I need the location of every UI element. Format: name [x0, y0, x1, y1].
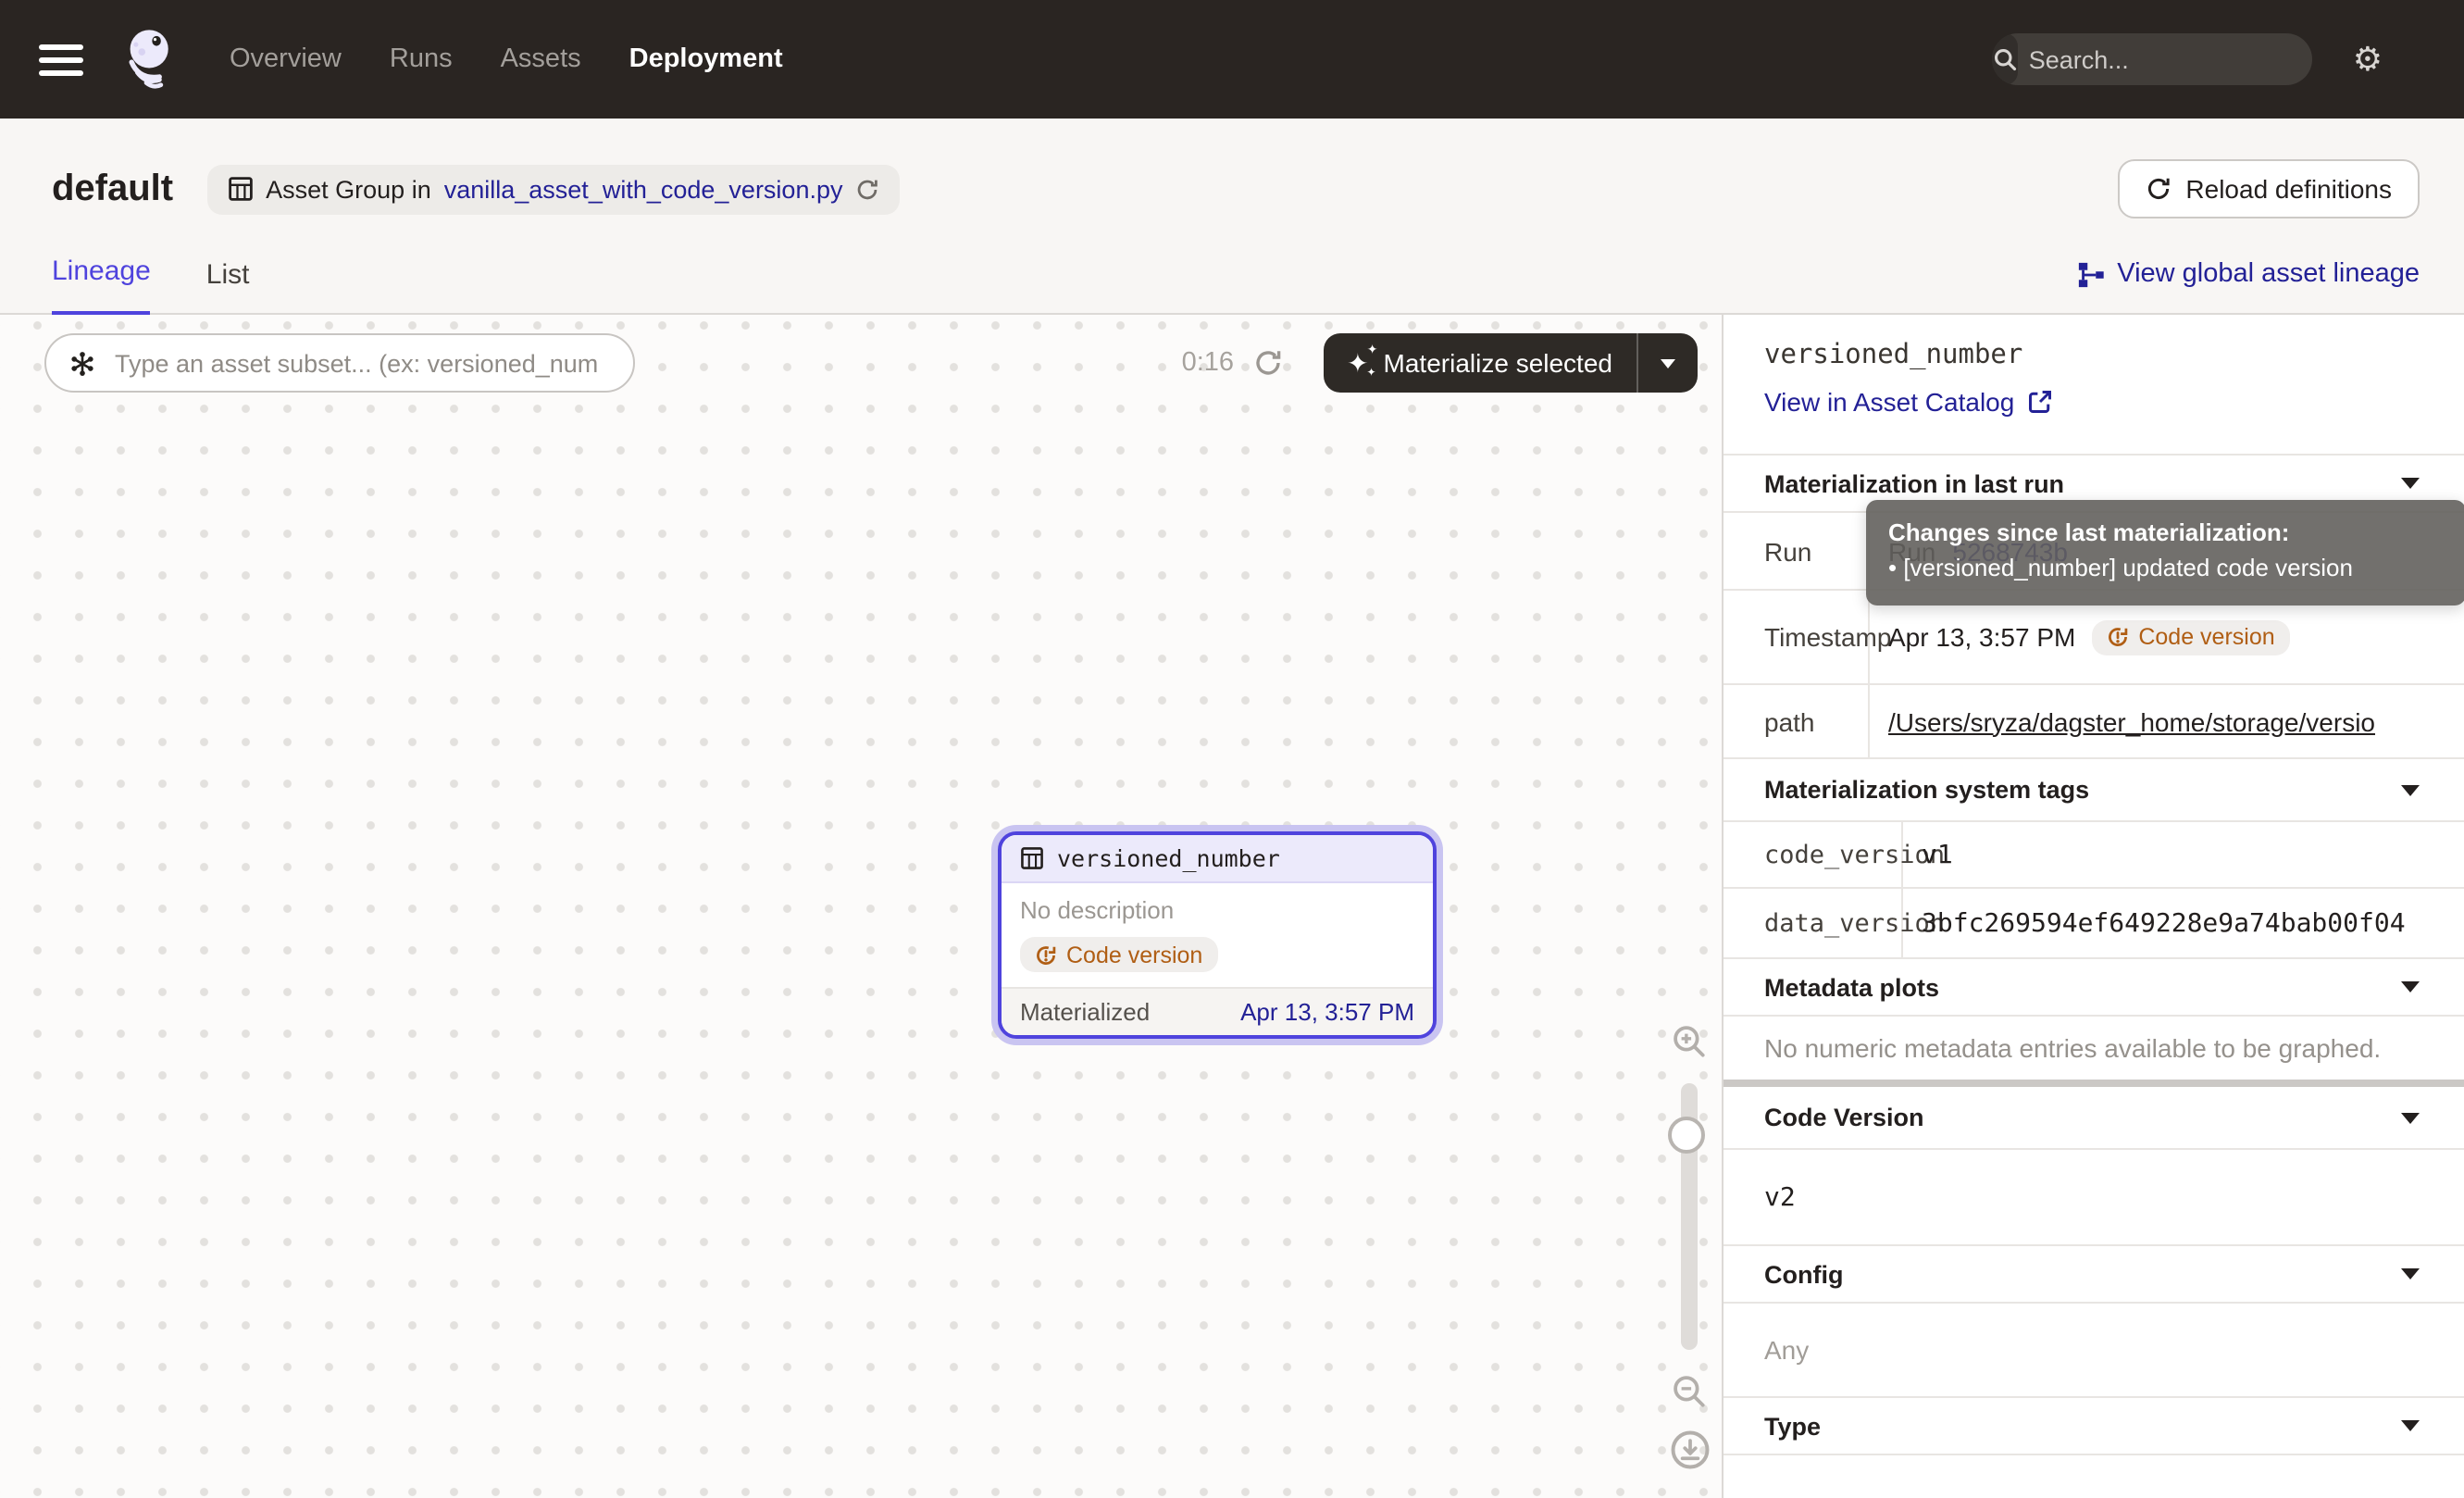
- asset-details-panel: versioned_number View in Asset Catalog M…: [1722, 315, 2464, 1498]
- section-metadata-plots[interactable]: Metadata plots: [1724, 959, 2464, 1017]
- page-title: default: [52, 168, 173, 210]
- nav-runs[interactable]: Runs: [390, 44, 453, 74]
- zoom-in-icon[interactable]: [1670, 1022, 1709, 1061]
- graph-toolbar: 0:16 ✦✦✦ Materialize selected: [44, 333, 1698, 393]
- section-label: Metadata plots: [1764, 973, 1939, 1001]
- tabs: Lineage List View global asset lineage: [52, 230, 2420, 315]
- zoom-controls: [1662, 315, 1718, 1498]
- refresh-timer: 0:16: [1182, 348, 1234, 378]
- zoom-slider-handle[interactable]: [1668, 1117, 1705, 1154]
- asset-subset-input[interactable]: [111, 347, 611, 379]
- lineage-graph-canvas[interactable]: 0:16 ✦✦✦ Materialize selected: [0, 315, 1722, 1498]
- config-value: Any: [1724, 1304, 2464, 1398]
- run-row-label: Run: [1724, 513, 1870, 589]
- table-grid-icon: [1020, 846, 1044, 870]
- main-nav: Overview Runs Assets Deployment: [230, 44, 783, 74]
- asset-node-title: versioned_number: [1057, 844, 1280, 872]
- tab-lineage[interactable]: Lineage: [52, 256, 151, 317]
- code-version-changed-chip: Code version: [2092, 619, 2289, 655]
- code-version-value: v2: [1724, 1150, 2464, 1246]
- page-header: default Asset Group in vanilla_asset_wit…: [0, 119, 2464, 315]
- code-version-changed-chip: Code version: [1020, 937, 1217, 972]
- reload-definitions-label: Reload definitions: [2185, 174, 2392, 204]
- asset-node-status: Materialized: [1020, 998, 1150, 1026]
- search-icon: [1992, 33, 2018, 85]
- menu-icon[interactable]: [39, 44, 83, 75]
- path-row: path /Users/sryza/dagster_home/storage/v…: [1724, 685, 2464, 759]
- chevron-down-icon: [2401, 1112, 2420, 1123]
- nav-deployment[interactable]: Deployment: [629, 44, 783, 74]
- sparkle-icon: ✦✦✦: [1347, 350, 1368, 376]
- view-in-asset-catalog-label: View in Asset Catalog: [1764, 387, 2014, 417]
- view-global-asset-lineage-link[interactable]: View global asset lineage: [2076, 259, 2420, 315]
- panel-header: versioned_number View in Asset Catalog: [1724, 315, 2464, 456]
- timestamp-row-label: Timestamp: [1724, 591, 1870, 683]
- data-version-tag-label: data_version: [1724, 889, 1903, 957]
- asset-group-badge: Asset Group in vanilla_asset_with_code_v…: [206, 164, 900, 214]
- data-version-tag-value: 3bfc269594ef649228e9a74bab00f04: [1903, 889, 2464, 957]
- reload-definitions-button[interactable]: Reload definitions: [2117, 159, 2420, 218]
- timestamp-value: Apr 13, 3:57 PM: [1888, 622, 2075, 652]
- asset-node-timestamp: Apr 13, 3:57 PM: [1240, 998, 1414, 1026]
- metadata-plots-empty-text: No numeric metadata entries available to…: [1724, 1017, 2464, 1087]
- code-version-chip-label: Code version: [2138, 624, 2274, 650]
- code-version-tag-row: code_version v1: [1724, 822, 2464, 889]
- tab-list[interactable]: List: [206, 259, 250, 315]
- path-link[interactable]: /Users/sryza/dagster_home/storage/versio: [1888, 706, 2375, 736]
- materialize-selected-label: Materialize selected: [1384, 348, 1612, 378]
- code-version-chip-label: Code version: [1066, 942, 1202, 967]
- chevron-down-icon: [2401, 1268, 2420, 1280]
- external-link-icon: [2027, 389, 2053, 415]
- chevron-down-icon: [2401, 478, 2420, 489]
- lineage-graph-icon: [2076, 260, 2104, 288]
- asset-node-description: No description: [1020, 896, 1414, 924]
- path-row-label: path: [1724, 685, 1870, 757]
- code-location-link[interactable]: vanilla_asset_with_code_version.py: [444, 175, 843, 203]
- section-label: Code Version: [1764, 1104, 1924, 1131]
- section-config[interactable]: Config: [1724, 1246, 2464, 1304]
- tooltip-heading: Changes since last materialization:: [1888, 515, 2444, 550]
- refresh-icon[interactable]: [856, 177, 880, 201]
- data-version-tag-row: data_version 3bfc269594ef649228e9a74bab0…: [1724, 889, 2464, 959]
- section-label: Config: [1764, 1260, 1844, 1288]
- asset-group-badge-prefix: Asset Group in: [266, 175, 431, 203]
- section-label: Materialization system tags: [1764, 776, 2089, 804]
- code-version-tag-value: v1: [1903, 822, 2464, 887]
- section-type[interactable]: Type: [1724, 1398, 2464, 1455]
- settings-gear-icon[interactable]: ⚙: [2353, 43, 2383, 76]
- section-label: Type: [1764, 1412, 1821, 1440]
- nav-assets[interactable]: Assets: [501, 44, 581, 74]
- chevron-down-icon: [2401, 981, 2420, 992]
- tooltip-bullet: • [versioned_number] updated code versio…: [1888, 550, 2444, 587]
- type-section-clipped-content: [1724, 1455, 2464, 1489]
- section-materialization-system-tags[interactable]: Materialization system tags: [1724, 759, 2464, 822]
- table-grid-icon: [227, 176, 253, 202]
- chevron-down-icon: [2401, 1420, 2420, 1431]
- panel-asset-title: versioned_number: [1764, 341, 2423, 370]
- changes-since-last-materialization-tooltip: Changes since last materialization: • [v…: [1866, 500, 2464, 605]
- changed-refresh-icon: [1035, 943, 1057, 966]
- topbar: Overview Runs Assets Deployment / ⚙: [0, 0, 2464, 119]
- section-label: Materialization in last run: [1764, 469, 2064, 497]
- chevron-down-icon: [2401, 784, 2420, 795]
- zoom-out-icon[interactable]: [1670, 1372, 1709, 1411]
- view-global-asset-lineage-label: View global asset lineage: [2117, 259, 2420, 289]
- code-version-tag-label: code_version: [1724, 822, 1903, 887]
- nav-overview[interactable]: Overview: [230, 44, 342, 74]
- materialize-split-button: ✦✦✦ Materialize selected: [1323, 333, 1698, 393]
- download-image-icon[interactable]: [1670, 1429, 1711, 1470]
- changed-refresh-icon: [2107, 626, 2129, 648]
- asset-subset-field[interactable]: [44, 333, 635, 393]
- refresh-icon: [2145, 176, 2171, 202]
- view-in-asset-catalog-link[interactable]: View in Asset Catalog: [1764, 387, 2423, 417]
- section-code-version[interactable]: Code Version: [1724, 1087, 2464, 1150]
- dagster-logo-icon[interactable]: [111, 24, 181, 94]
- asset-graph-asterisk-icon: [68, 349, 96, 377]
- refresh-icon[interactable]: [1252, 348, 1282, 378]
- search-input[interactable]: [2018, 45, 2312, 73]
- materialize-selected-button[interactable]: ✦✦✦ Materialize selected: [1323, 333, 1636, 393]
- global-search[interactable]: /: [1992, 33, 2312, 85]
- asset-node-versioned-number[interactable]: versioned_number No description Code ver…: [998, 831, 1437, 1039]
